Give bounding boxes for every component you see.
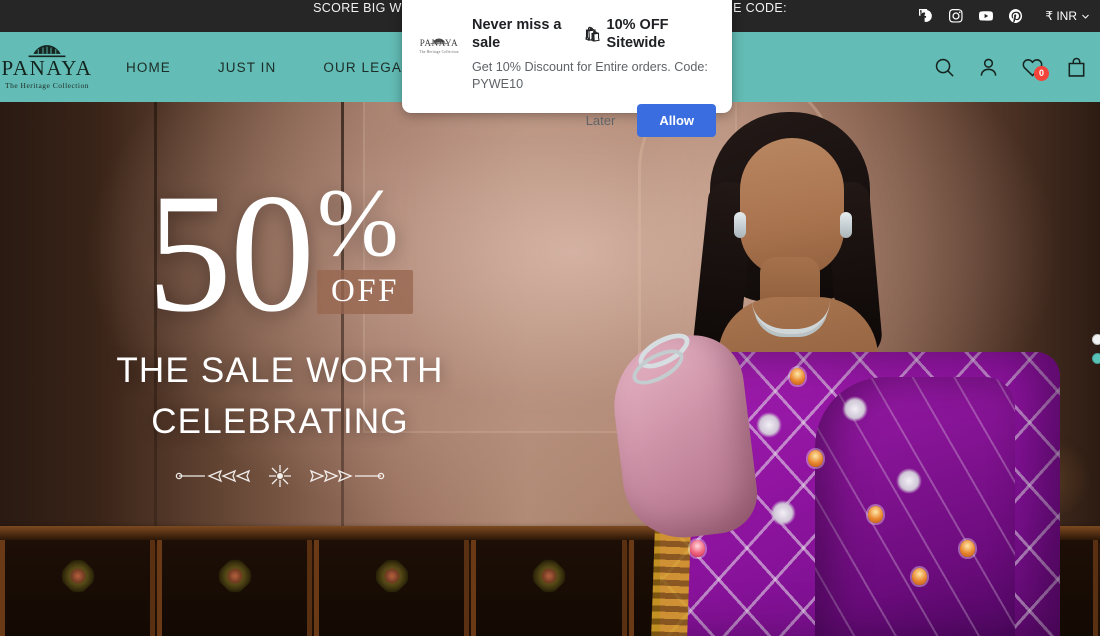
notification-actions: Later Allow	[418, 103, 716, 137]
discount-number: 50	[146, 159, 315, 347]
later-button[interactable]: Later	[574, 105, 628, 136]
notification-content: PANAYA The Heritage Collection Never mis…	[418, 14, 716, 92]
youtube-icon[interactable]	[979, 9, 994, 23]
hero-banner[interactable]: 50 % OFF THE SALE WORTH CELEBRATING	[0, 102, 1100, 636]
facebook-icon[interactable]	[919, 9, 933, 23]
off-badge: OFF	[316, 270, 414, 315]
sleeve	[606, 329, 762, 545]
floral-divider-icon	[175, 463, 385, 489]
notification-subtitle: Get 10% Discount for Entire orders. Code…	[472, 60, 708, 91]
notification-text-block: Never miss a sale 🛍 10% OFF Sitewide Get…	[472, 14, 716, 92]
notification-title-lead: Never miss a sale	[472, 17, 562, 52]
model-face	[740, 138, 844, 276]
hero-tagline-line-2: CELEBRATING	[151, 402, 409, 442]
discount-headline: 50 % OFF	[146, 159, 414, 347]
currency-label: ₹ INR	[1045, 9, 1077, 23]
logo-tagline: The Heritage Collection	[5, 81, 89, 90]
notification-permission-popup[interactable]: PANAYA The Heritage Collection Never mis…	[402, 0, 732, 137]
carousel-dot[interactable]	[1092, 353, 1100, 364]
announcement-right-group: ₹ INR	[919, 0, 1090, 32]
currency-selector[interactable]: ₹ INR	[1045, 9, 1090, 23]
nav-item-home[interactable]: HOME	[126, 60, 171, 75]
browser-page: SCORE BIG WITH 50% OFF! | WELCOME OFFER …	[0, 0, 1100, 636]
notification-logo-tagline: The Heritage Collection	[419, 49, 459, 54]
earring	[840, 212, 852, 238]
hero-copy: 50 % OFF THE SALE WORTH CELEBRATING	[0, 102, 560, 636]
notification-title: Never miss a sale 🛍 10% OFF Sitewide	[472, 16, 716, 52]
hero-tagline-line-1: THE SALE WORTH	[116, 351, 444, 391]
header-actions: 0	[933, 32, 1088, 102]
carousel-dots	[1092, 334, 1100, 364]
chevron-down-icon	[1081, 12, 1090, 21]
pinterest-icon[interactable]	[1009, 9, 1023, 23]
percent-symbol: %	[316, 169, 399, 277]
notification-title-tail: 10% OFF Sitewide	[606, 17, 669, 52]
instagram-icon[interactable]	[949, 9, 963, 23]
wishlist-icon[interactable]: 0	[1021, 56, 1049, 81]
model-figure	[600, 102, 1060, 636]
notification-site-logo: PANAYA The Heritage Collection	[418, 22, 460, 64]
wishlist-count-badge: 0	[1034, 65, 1049, 81]
search-icon[interactable]	[933, 56, 956, 79]
logo-name: PANAYA	[1, 56, 93, 80]
shopping-bag-icon[interactable]	[1065, 56, 1088, 79]
user-icon[interactable]	[977, 56, 1000, 79]
earring	[734, 212, 746, 238]
site-logo[interactable]: PANAYA The Heritage Collection	[0, 44, 102, 90]
notification-logo-name: PANAYA	[419, 38, 459, 49]
allow-button[interactable]: Allow	[637, 103, 716, 137]
nav-item-just-in[interactable]: JUST IN	[218, 60, 276, 75]
carousel-dot[interactable]	[1092, 334, 1100, 345]
main-navigation: HOME JUST IN OUR LEGACY	[126, 60, 423, 75]
shopping-bag-emoji-icon: 🛍	[583, 26, 602, 43]
